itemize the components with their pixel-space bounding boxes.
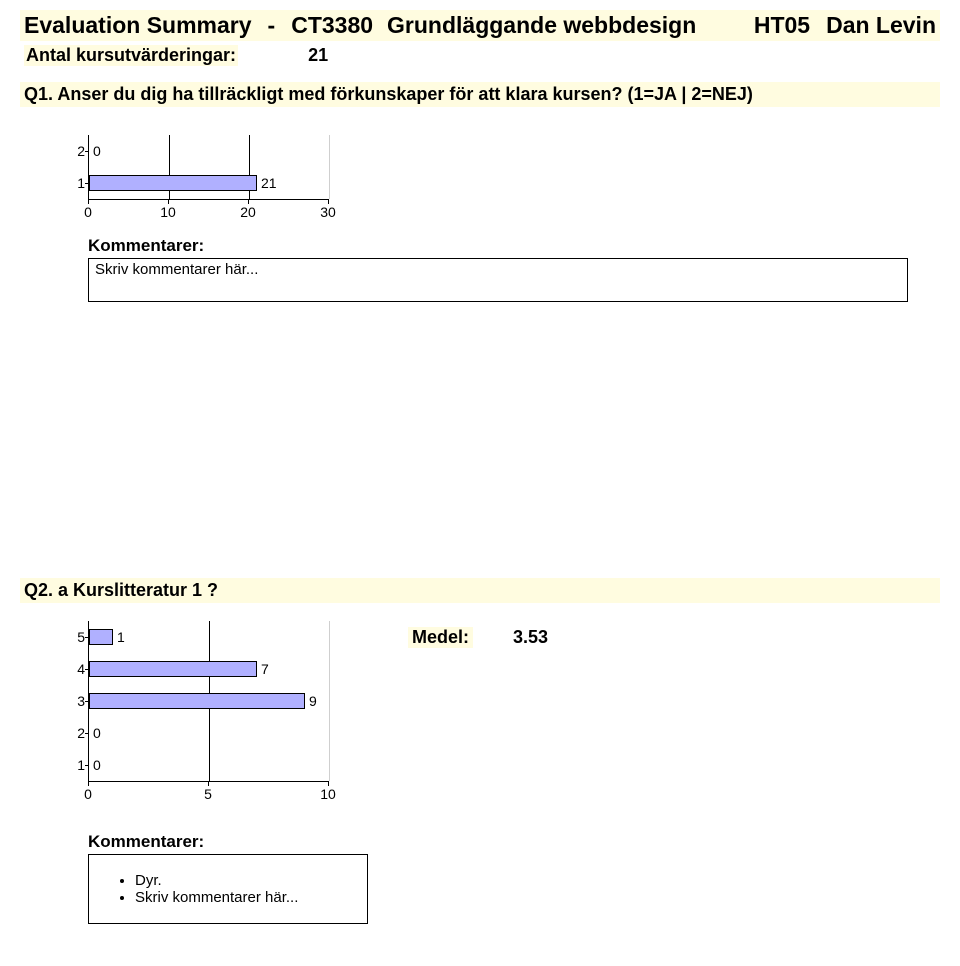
chart-y-label: 4 <box>65 661 85 677</box>
chart-bar <box>89 661 257 677</box>
chart-bar-row: 121 <box>89 167 329 199</box>
chart-bar-value: 21 <box>261 175 277 191</box>
chart-q1-xaxis: 0102030 <box>88 200 328 222</box>
teacher-name: Dan Levin <box>826 12 936 39</box>
chart-y-label: 2 <box>65 725 85 741</box>
chart-bar <box>89 629 113 645</box>
chart-bar-row: 20 <box>89 717 329 749</box>
chart-bar-value: 0 <box>93 725 101 741</box>
page-title: Evaluation Summary <box>24 12 252 39</box>
q1-comments-label: Kommentarer: <box>88 236 940 256</box>
chart-x-label: 30 <box>320 204 336 220</box>
q1-comments-text: Skriv kommentarer här... <box>95 261 258 278</box>
medel-value: 3.53 <box>513 627 548 648</box>
chart-y-label: 5 <box>65 629 85 645</box>
chart-x-label: 20 <box>240 204 256 220</box>
chart-bar-row: 39 <box>89 685 329 717</box>
q1-comments-box: Skriv kommentarer här... <box>88 258 908 302</box>
q2-comments-box: Dyr.Skriv kommentarer här... <box>88 854 368 924</box>
chart-bar-row: 51 <box>89 621 329 653</box>
list-item: Dyr. <box>135 872 361 889</box>
q2-comments-list: Dyr.Skriv kommentarer här... <box>95 872 361 906</box>
q1-comments-block: Kommentarer: Skriv kommentarer här... <box>88 236 940 302</box>
medel-row: Medel: 3.53 <box>408 627 548 648</box>
chart-bar-value: 0 <box>93 757 101 773</box>
chart-q2-wrap: 5147392010 0510 <box>88 621 348 804</box>
course-code: CT3380 <box>291 12 373 39</box>
chart-y-label: 1 <box>65 757 85 773</box>
term-label: HT05 <box>754 12 810 39</box>
chart-x-label: 0 <box>84 204 92 220</box>
chart-q1: 20121 <box>88 135 329 200</box>
question-q2: Q2. a Kurslitteratur 1 ? <box>20 578 940 603</box>
question-q1: Q1. Anser du dig ha tillräckligt med för… <box>20 82 940 107</box>
chart-q2: 5147392010 <box>88 621 329 782</box>
chart-x-label: 0 <box>84 786 92 802</box>
chart-bar-value: 7 <box>261 661 269 677</box>
chart-x-label: 5 <box>204 786 212 802</box>
chart-bar-row: 20 <box>89 135 329 167</box>
header-row: Evaluation Summary - CT3380 Grundläggand… <box>20 10 940 41</box>
count-row: Antal kursutvärderingar: 21 <box>20 41 940 76</box>
chart-bar-row: 10 <box>89 749 329 781</box>
chart-bar-value: 0 <box>93 143 101 159</box>
chart-bar-value: 9 <box>309 693 317 709</box>
chart-q2-xaxis: 0510 <box>88 782 328 804</box>
count-value: 21 <box>308 45 328 66</box>
count-label: Antal kursutvärderingar: <box>24 45 238 66</box>
list-item: Skriv kommentarer här... <box>135 889 361 906</box>
chart-bar <box>89 693 305 709</box>
chart-y-label: 1 <box>65 175 85 191</box>
course-name: Grundläggande webbdesign <box>387 12 696 39</box>
q2-comments-label: Kommentarer: <box>88 832 940 852</box>
chart-bar-row: 47 <box>89 653 329 685</box>
chart-x-label: 10 <box>320 786 336 802</box>
chart-y-label: 2 <box>65 143 85 159</box>
chart-x-label: 10 <box>160 204 176 220</box>
chart-q1-wrap: 20121 0102030 <box>88 135 348 222</box>
header-separator: - <box>268 12 276 39</box>
q2-comments-block: Kommentarer: Dyr.Skriv kommentarer här..… <box>88 832 940 924</box>
chart-bar-value: 1 <box>117 629 125 645</box>
chart-bar <box>89 175 257 191</box>
medel-label: Medel: <box>408 627 473 648</box>
chart-y-label: 3 <box>65 693 85 709</box>
